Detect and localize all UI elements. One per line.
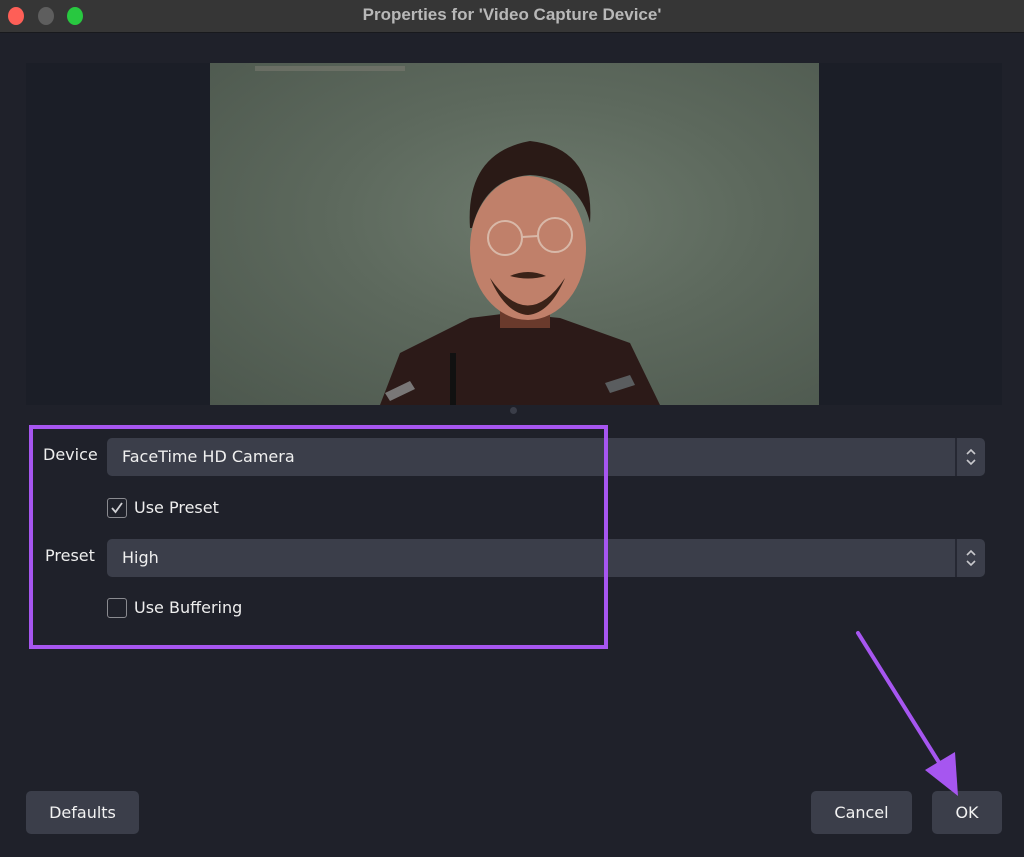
use-buffering-label: Use Buffering <box>134 598 243 617</box>
preview-resize-handle[interactable] <box>510 407 517 414</box>
device-select[interactable]: FaceTime HD Camera <box>107 438 985 476</box>
cancel-button[interactable]: Cancel <box>811 791 912 834</box>
use-preset-label: Use Preset <box>134 498 219 517</box>
chevron-up-down-icon <box>966 448 976 466</box>
ok-button[interactable]: OK <box>932 791 1002 834</box>
use-buffering-checkbox[interactable] <box>107 598 127 618</box>
title-bar: Properties for 'Video Capture Device' <box>0 0 1024 33</box>
chevron-up-down-icon <box>966 549 976 567</box>
checkmark-icon <box>111 502 123 514</box>
preset-label: Preset <box>45 546 95 565</box>
camera-preview <box>210 63 819 405</box>
camera-person-image <box>255 66 660 405</box>
window-title: Properties for 'Video Capture Device' <box>362 5 662 24</box>
preset-select-stepper[interactable] <box>955 539 985 577</box>
device-select-stepper[interactable] <box>955 438 985 476</box>
preset-select-value: High <box>122 548 159 567</box>
device-label: Device <box>43 445 98 464</box>
defaults-button[interactable]: Defaults <box>26 791 139 834</box>
device-select-value: FaceTime HD Camera <box>122 447 295 466</box>
preset-select[interactable]: High <box>107 539 985 577</box>
use-preset-checkbox[interactable] <box>107 498 127 518</box>
